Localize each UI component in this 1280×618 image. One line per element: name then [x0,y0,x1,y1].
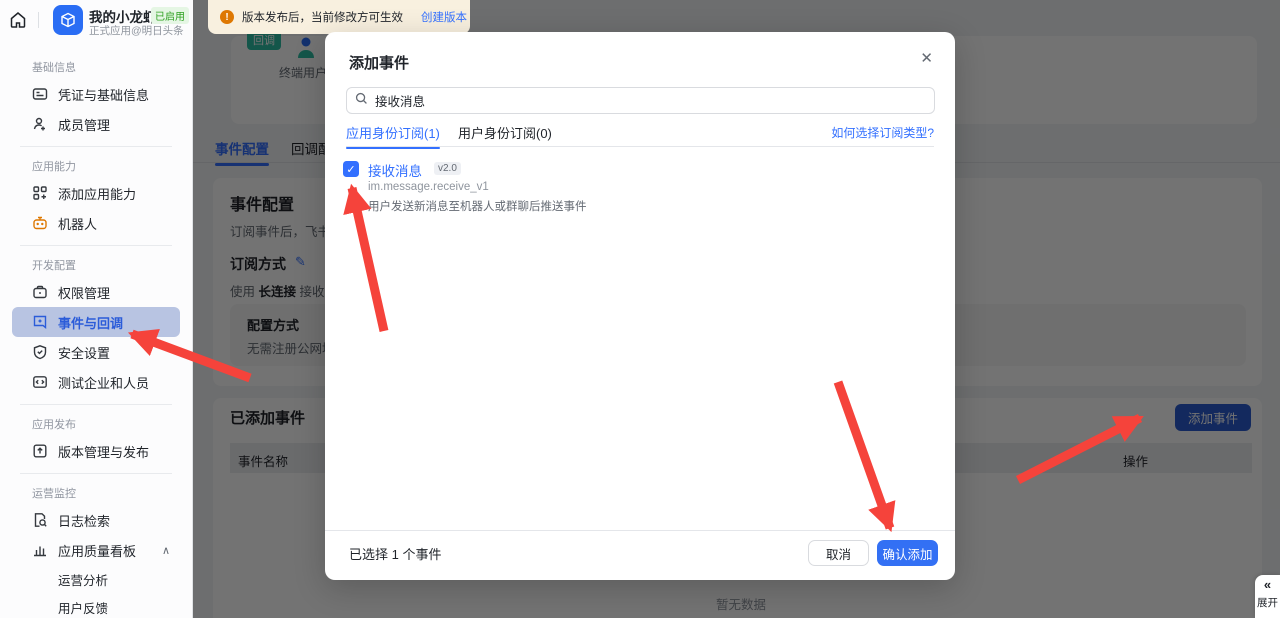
sidebar-section-release: 应用发布 [32,416,180,432]
cancel-button[interactable]: 取消 [808,540,869,566]
briefcase-icon [32,284,48,300]
home-icon[interactable] [8,10,28,30]
sidebar-item-quality-board[interactable]: 应用质量看板 ∧ [12,535,180,565]
sidebar-item-permissions[interactable]: 权限管理 [12,277,180,307]
sidebar-item-ops-analysis[interactable]: 运营分析 [12,565,180,593]
person-plus-icon [32,116,48,132]
sidebar-item-label: 测试企业和人员 [58,373,149,392]
panel-expander[interactable]: « 展开 [1255,575,1280,618]
create-version-link[interactable]: 创建版本 [421,9,467,25]
sidebar-nav: 基础信息 凭证与基础信息 成员管理 应用能力 添加应用能力 机器人 开发配置 [0,40,192,618]
banner-text: 版本发布后，当前修改方可生效 [242,9,403,25]
sidebar-section-dev-config: 开发配置 [32,257,180,273]
sidebar-item-label: 权限管理 [58,283,110,302]
event-description: 用户发送新消息至机器人或群聊后推送事件 [368,198,587,214]
double-chevron-left-icon: « [1255,575,1280,595]
selected-count-text: 已选择 1 个事件 [349,544,441,563]
confirm-add-button[interactable]: 确认添加 [877,540,938,566]
sidebar-item-test-org[interactable]: 测试企业和人员 [12,367,180,397]
sidebar-item-label: 运营分析 [58,570,108,589]
app-window: 基础信息 凭证与基础信息 成员管理 应用能力 添加应用能力 机器人 开发配置 [0,0,1280,618]
alert-icon: ! [220,10,234,24]
top-header: 我的小龙虾 已启用 正式应用@明日头条 [0,0,193,40]
sidebar-item-label: 应用质量看板 [58,541,136,560]
sidebar-divider [20,473,172,474]
sidebar-item-label: 版本管理与发布 [58,442,149,461]
chevron-up-icon[interactable]: ∧ [162,544,170,557]
sidebar-divider [20,245,172,246]
publish-icon [32,443,48,459]
sidebar-item-user-feedback[interactable]: 用户反馈 [12,593,180,618]
bar-chart-icon [32,542,48,558]
sidebar-item-label: 成员管理 [58,115,110,134]
sidebar: 基础信息 凭证与基础信息 成员管理 应用能力 添加应用能力 机器人 开发配置 [0,0,193,618]
sidebar-item-label: 添加应用能力 [58,184,136,203]
event-flag-icon [32,314,48,330]
sidebar-item-label: 事件与回调 [58,313,123,332]
search-input[interactable] [375,94,926,108]
sidebar-section-basic: 基础信息 [32,59,180,75]
add-event-modal: 添加事件 ✕ 应用身份订阅(1) 用户身份订阅(0) 如何选择订阅类型? ✓ 接… [325,32,955,580]
sidebar-item-events-callbacks[interactable]: 事件与回调 [12,307,180,337]
sidebar-item-members[interactable]: 成员管理 [12,109,180,139]
sidebar-item-add-capability[interactable]: 添加应用能力 [12,178,180,208]
sidebar-item-log-search[interactable]: 日志检索 [12,505,180,535]
sidebar-section-monitoring: 运营监控 [32,485,180,501]
modal-footer-divider [325,530,955,531]
sidebar-section-capability: 应用能力 [32,158,180,174]
sidebar-item-label: 机器人 [58,214,97,233]
sidebar-item-label: 用户反馈 [58,598,108,617]
sidebar-item-label: 日志检索 [58,511,110,530]
event-search-box [346,87,935,114]
doc-search-icon [32,512,48,528]
modal-title: 添加事件 [349,52,409,73]
sidebar-item-label: 安全设置 [58,343,110,362]
sidebar-item-security[interactable]: 安全设置 [12,337,180,367]
close-icon[interactable]: ✕ [920,49,933,67]
event-name[interactable]: 接收消息 [368,160,422,180]
code-icon [32,374,48,390]
modal-tabs: 应用身份订阅(1) 用户身份订阅(0) 如何选择订阅类型? [346,121,934,147]
id-card-icon [32,86,48,102]
header-divider [38,12,39,28]
tab-user-subscription[interactable]: 用户身份订阅(0) [458,123,552,142]
subscription-help-link[interactable]: 如何选择订阅类型? [831,124,934,141]
shield-check-icon [32,344,48,360]
sidebar-item-version-release[interactable]: 版本管理与发布 [12,436,180,466]
expander-label: 展开 [1255,595,1280,610]
event-version-badge: v2.0 [434,162,461,175]
search-icon [355,92,368,110]
event-checkbox[interactable]: ✓ [343,161,359,177]
robot-icon [32,215,48,231]
sidebar-divider [20,146,172,147]
version-warning-banner: ! 版本发布后，当前修改方可生效 创建版本 [208,0,470,34]
tab-app-subscription[interactable]: 应用身份订阅(1) [346,123,440,142]
app-status-badge: 已启用 [151,7,189,24]
sidebar-item-bot[interactable]: 机器人 [12,208,180,238]
grid-plus-icon [32,185,48,201]
sidebar-item-credentials[interactable]: 凭证与基础信息 [12,79,180,109]
app-subtitle: 正式应用@明日头条 [89,23,184,38]
sidebar-divider [20,404,172,405]
sidebar-item-label: 凭证与基础信息 [58,85,149,104]
check-icon: ✓ [346,163,355,176]
app-logo-icon[interactable] [53,5,83,35]
event-code: im.message.receive_v1 [368,181,489,193]
